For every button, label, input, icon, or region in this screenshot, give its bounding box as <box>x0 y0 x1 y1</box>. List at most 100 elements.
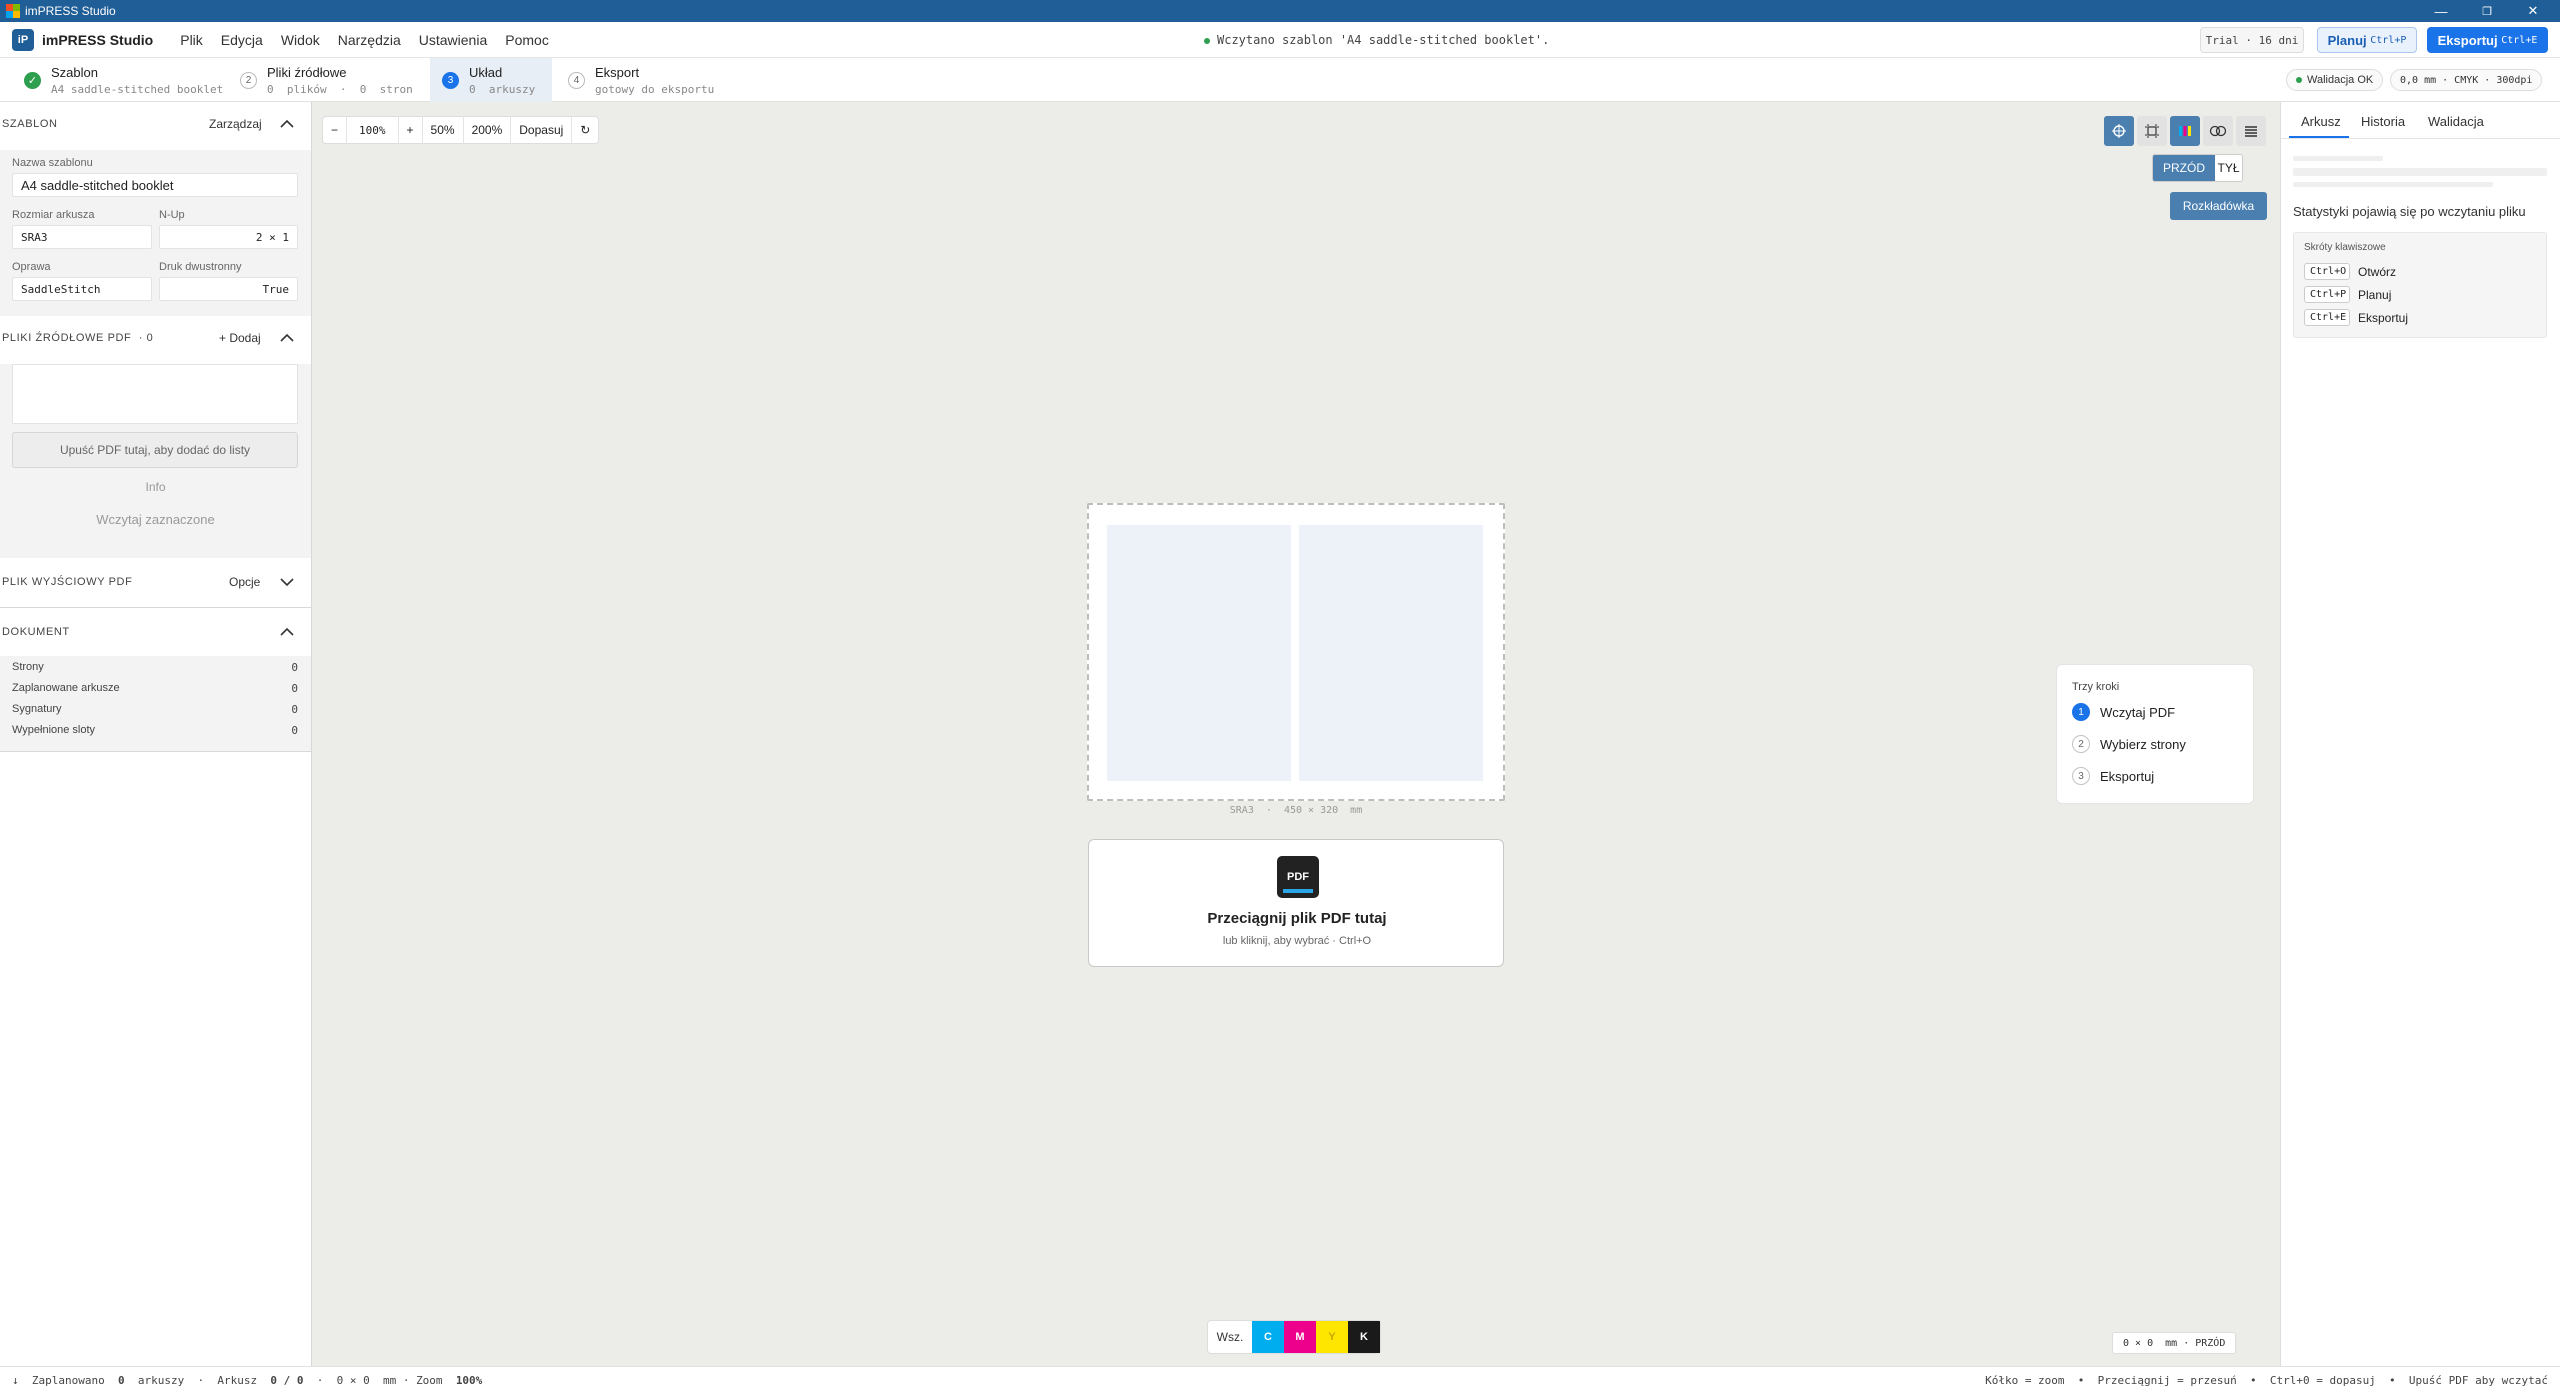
menu-edycja[interactable]: Edycja <box>221 32 263 48</box>
shortcut-row: Ctrl+O Otwórz <box>2304 263 2396 280</box>
plate-yellow-button[interactable]: Y <box>1316 1321 1348 1353</box>
color-bars-icon[interactable] <box>2170 116 2200 146</box>
three-steps-card: Trzy kroki 1 Wczytaj PDF 2 Wybierz strony … <box>2056 664 2254 804</box>
shortcut-label: Planuj <box>2358 287 2392 302</box>
duplex-label: Druk dwustronny <box>159 261 242 273</box>
step-template[interactable]: ✓ Szablon A4 saddle-stitched booklet <box>24 58 223 102</box>
duplex-field[interactable]: True <box>159 277 298 301</box>
section-title-text: PLIKI ŹRÓDŁOWE PDF <box>2 332 132 344</box>
validation-chip[interactable]: Walidacja OK <box>2286 69 2384 91</box>
step-sub: 0 arkuszy <box>469 82 536 96</box>
nup-field[interactable]: 2 × 1 <box>159 225 298 249</box>
dropzone-subtitle: lub kliknij, aby wybrać · Ctrl+O <box>1222 935 1372 947</box>
zoom-value: 100% <box>455 1374 483 1387</box>
tab-history[interactable]: Historia <box>2361 114 2405 129</box>
menu-widok[interactable]: Widok <box>281 32 320 48</box>
source-pdfs-header[interactable]: PLIKI ŹRÓDŁOWE PDF · 0 + Dodaj <box>0 318 311 358</box>
page-slot-right[interactable] <box>1299 525 1483 781</box>
stat-value: 0 <box>291 661 298 674</box>
step-layout[interactable]: 3 Układ 0 arkuszy <box>430 58 552 102</box>
chevron-down-icon[interactable] <box>279 574 295 590</box>
output-options-button[interactable]: Opcje <box>229 575 260 589</box>
shortcut-row: Ctrl+E Eksportuj <box>2304 309 2408 326</box>
chevron-up-icon[interactable] <box>279 330 295 346</box>
back-side-button[interactable]: TYŁ <box>2215 155 2242 181</box>
crosshair-tool-icon[interactable] <box>2104 116 2134 146</box>
status-message: Wczytano szablon 'A4 saddle-stitched boo… <box>1204 33 1549 47</box>
layout-canvas[interactable]: − 100% + 50% 200% Dopasuj ↻ PRZÓD TYŁ Ro… <box>312 102 2280 1366</box>
load-selected-button[interactable]: Wczytaj zaznaczone <box>0 512 311 527</box>
zoom-fit-button[interactable]: Dopasuj <box>511 116 573 144</box>
zoom-out-button[interactable]: − <box>323 116 348 144</box>
reset-view-icon[interactable]: ↻ <box>572 116 598 144</box>
shortcut-row: Ctrl+P Planuj <box>2304 286 2391 303</box>
step-export[interactable]: 4 Eksport gotowy do eksportu <box>568 58 714 102</box>
step-sources[interactable]: 2 Pliki źródłowe 0 plików · 0 stron <box>240 58 413 102</box>
chevron-up-icon[interactable] <box>279 116 295 132</box>
pdf-dropzone[interactable]: PDF Przeciągnij plik PDF tutaj lub klikn… <box>1088 839 1504 967</box>
plate-black-button[interactable]: K <box>1348 1321 1380 1353</box>
trial-badge: Trial · 16 dni <box>2200 27 2304 53</box>
output-pdf-header[interactable]: PLIK WYJŚCIOWY PDF Opcje <box>0 560 311 600</box>
maximize-icon[interactable]: ❐ <box>2464 0 2510 22</box>
tab-validation[interactable]: Walidacja <box>2428 114 2484 129</box>
tab-sheet[interactable]: Arkusz <box>2301 114 2341 129</box>
brand-logo: iP <box>12 28 34 51</box>
sheet-size-field[interactable]: SRA3 <box>12 225 152 249</box>
template-name-field[interactable]: A4 saddle-stitched booklet <box>12 173 298 197</box>
step-number: 2 <box>240 71 257 89</box>
download-icon: ↓ <box>12 1374 19 1387</box>
status-dot-icon <box>2296 77 2302 83</box>
statusbar: ↓ Zaplanowano 0 arkuszy · Arkusz 0 / 0 ·… <box>0 1366 2560 1392</box>
zoom-200-button[interactable]: 200% <box>464 116 512 144</box>
planned-label: Zaplanowano <box>31 1374 105 1387</box>
info-button[interactable]: Info <box>0 480 311 494</box>
left-panel: SZABLON Zarządzaj Nazwa szablonu A4 sadd… <box>0 102 312 1366</box>
section-title: SZABLON <box>2 118 58 130</box>
output-pdf-section: PLIK WYJŚCIOWY PDF Opcje <box>0 560 311 608</box>
stat-label: Zaplanowane arkusze <box>12 682 120 694</box>
plan-button[interactable]: Planuj Ctrl+P <box>2317 27 2417 53</box>
step-sub: A4 saddle-stitched booklet <box>51 82 224 96</box>
right-panel: Arkusz Historia Walidacja Statystyki poj… <box>2280 102 2560 1366</box>
step-sub: gotowy do eksportu <box>595 82 715 96</box>
export-shortcut: Ctrl+E <box>2501 34 2538 46</box>
menu-plik[interactable]: Plik <box>180 32 203 48</box>
menu-ustawienia[interactable]: Ustawienia <box>419 32 487 48</box>
minimize-icon[interactable]: — <box>2418 0 2464 22</box>
plate-all-button[interactable]: Wsz. <box>1208 1321 1252 1353</box>
section-title: PLIKI ŹRÓDŁOWE PDF · 0 <box>2 332 153 344</box>
document-header[interactable]: DOKUMENT <box>0 610 311 650</box>
binding-field[interactable]: SaddleStitch <box>12 277 152 301</box>
manage-template-button[interactable]: Zarządzaj <box>209 117 262 131</box>
step-title: Szablon <box>51 64 98 80</box>
chevron-up-icon[interactable] <box>279 624 295 640</box>
close-icon[interactable]: ✕ <box>2510 0 2556 22</box>
page-slot-left[interactable] <box>1107 525 1291 781</box>
spread-view-button[interactable]: Rozkładówka <box>2170 192 2267 220</box>
step-sub: 0 plików · 0 stron <box>267 82 413 96</box>
zoom-50-button[interactable]: 50% <box>423 116 464 144</box>
statusbar-hints: Kółko = zoom • Przeciągnij = przesuń • C… <box>1985 1374 2548 1387</box>
zoom-in-button[interactable]: + <box>399 116 423 144</box>
list-view-icon[interactable] <box>2236 116 2266 146</box>
template-section-header[interactable]: SZABLON Zarządzaj <box>0 104 311 144</box>
sheet-preview[interactable] <box>1087 503 1505 801</box>
plate-magenta-button[interactable]: M <box>1284 1321 1316 1353</box>
menu-narzedzia[interactable]: Narzędzia <box>338 32 401 48</box>
stat-value: 0 <box>291 682 298 695</box>
step-label: Wybierz strony <box>2100 736 2186 752</box>
plate-cyan-button[interactable]: C <box>1252 1321 1284 1353</box>
step-label: Eksportuj <box>2100 768 2155 784</box>
bleed-marks-icon[interactable] <box>2137 116 2167 146</box>
skeleton-line <box>2293 156 2383 161</box>
overprint-icon[interactable] <box>2203 116 2233 146</box>
pdf-drop-target[interactable]: Upuść PDF tutaj, aby dodać do listy <box>12 432 298 468</box>
section-title: DOKUMENT <box>2 626 70 638</box>
front-side-button[interactable]: PRZÓD <box>2153 155 2215 181</box>
menu-pomoc[interactable]: Pomoc <box>505 32 549 48</box>
export-button[interactable]: Eksportuj Ctrl+E <box>2427 27 2548 53</box>
add-source-button[interactable]: + Dodaj <box>219 331 261 345</box>
shortcuts-title: Skróty klawiszowe <box>2304 242 2386 253</box>
source-file-list[interactable] <box>12 364 298 424</box>
